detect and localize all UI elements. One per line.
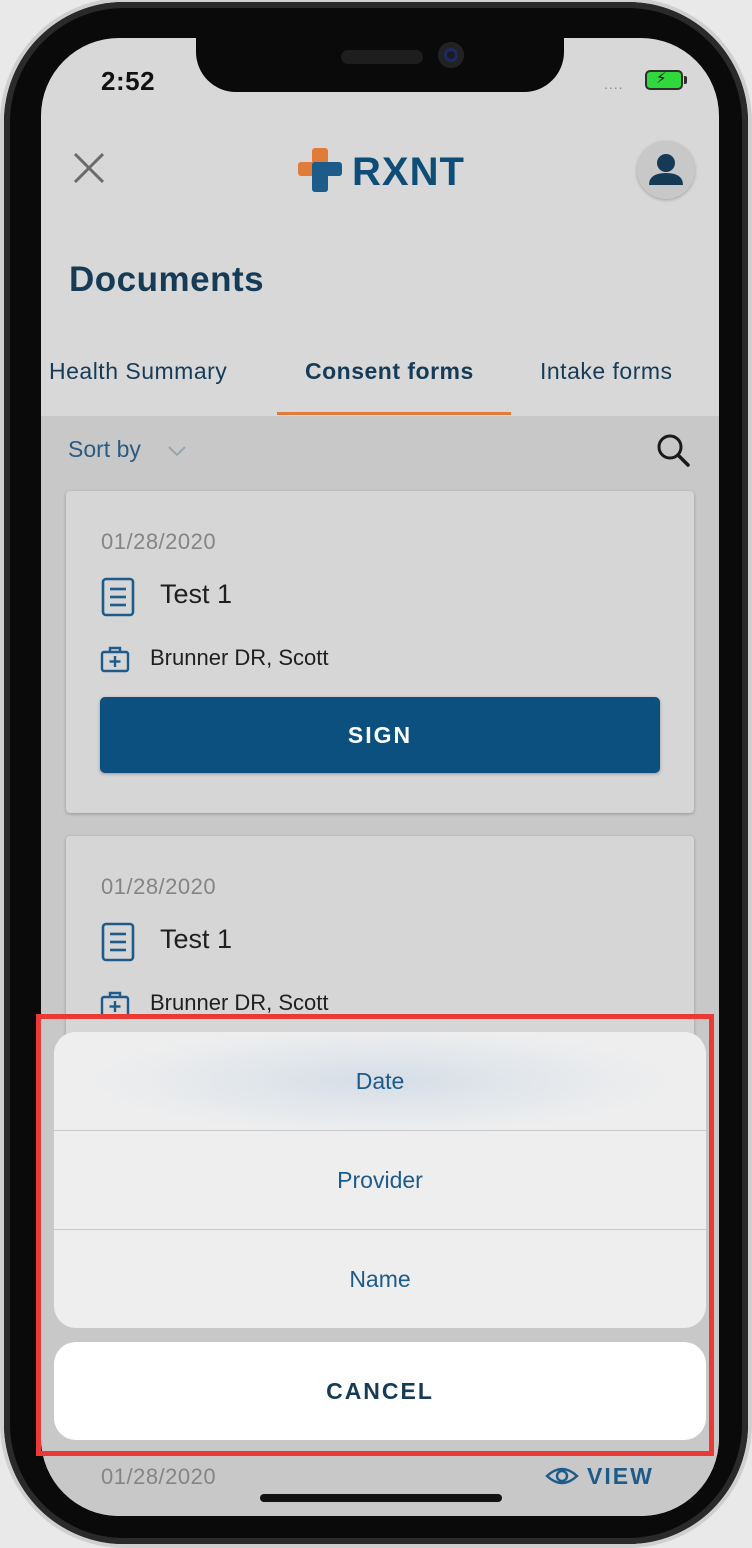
document-title: Test 1: [160, 924, 233, 954]
medical-kit-icon: [100, 646, 130, 673]
home-indicator[interactable]: [260, 1494, 502, 1502]
search-icon[interactable]: [653, 430, 693, 470]
tab-intake-forms[interactable]: Intake forms: [540, 358, 673, 385]
sort-options-sheet: Date Provider Name: [54, 1032, 706, 1328]
tab-health-summary[interactable]: Health Summary: [49, 358, 227, 385]
sort-option-name[interactable]: Name: [54, 1230, 706, 1328]
search-icon-svg: [657, 434, 690, 467]
app-screen: 2:52 .... ⚡ RXNT Documents Health Summar…: [41, 38, 719, 1516]
tab-bar: Health Summary Consent forms Intake form…: [41, 348, 719, 416]
view-button[interactable]: VIEW: [545, 1456, 654, 1496]
tab-consent-forms[interactable]: Consent forms: [305, 358, 474, 385]
front-camera: [438, 42, 464, 68]
provider-name: Brunner DR, Scott: [150, 645, 329, 670]
active-tab-indicator: [277, 412, 511, 415]
phone-frame: 2:52 .... ⚡ RXNT Documents Health Summar…: [4, 2, 748, 1544]
chevron-down-icon[interactable]: [167, 444, 187, 458]
document-date: 01/28/2020: [101, 529, 217, 554]
sort-option-date[interactable]: Date: [54, 1032, 706, 1130]
charging-bolt-icon: ⚡: [656, 70, 667, 87]
document-title: Test 1: [160, 579, 233, 609]
document-card[interactable]: 01/28/2020 Test 1 Brunner DR, Scott SIGN: [66, 491, 694, 813]
eye-icon: [545, 1467, 579, 1485]
status-time: 2:52: [101, 66, 156, 96]
close-icon-svg: [73, 152, 105, 184]
speaker-grille: [341, 50, 423, 64]
document-icon: [101, 577, 135, 617]
battery-icon: ⚡: [645, 70, 687, 90]
medical-kit-icon: [100, 991, 130, 1018]
close-icon[interactable]: [69, 148, 109, 188]
sign-button[interactable]: SIGN: [100, 697, 660, 773]
view-label: VIEW: [587, 1462, 654, 1489]
cancel-button[interactable]: CANCEL: [54, 1342, 706, 1440]
provider-name: Brunner DR, Scott: [150, 990, 329, 1015]
signal-icon: ....: [604, 76, 624, 92]
page-title: Documents: [69, 260, 265, 299]
sort-by-label[interactable]: Sort by: [68, 436, 141, 463]
logo-text: RXNT: [352, 150, 465, 194]
notch: [196, 38, 564, 92]
logo-cross-icon: [298, 148, 342, 192]
document-date: 01/28/2020: [101, 874, 217, 899]
sort-option-provider[interactable]: Provider: [54, 1131, 706, 1229]
document-icon: [101, 922, 135, 962]
document-date: 01/28/2020: [101, 1464, 217, 1489]
user-avatar[interactable]: [637, 141, 695, 199]
rxnt-logo: RXNT: [296, 146, 466, 194]
user-icon: [649, 154, 683, 185]
